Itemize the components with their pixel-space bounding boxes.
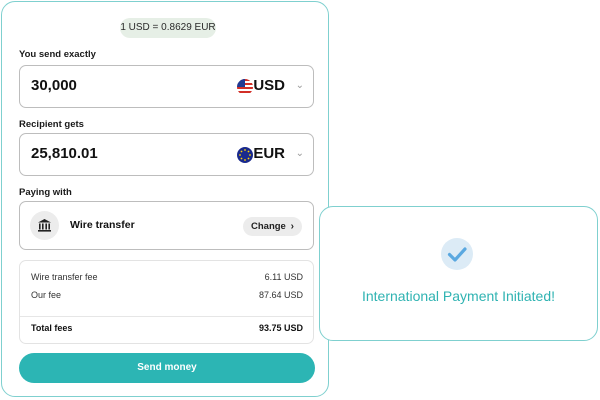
eu-flag-icon bbox=[237, 147, 253, 163]
check-circle-icon bbox=[441, 238, 473, 270]
send-money-button[interactable]: Send money bbox=[19, 353, 315, 383]
total-fees-row: Total fees 93.75 USD bbox=[31, 323, 303, 333]
send-label: You send exactly bbox=[19, 49, 96, 60]
fee-row: Our fee 87.64 USD bbox=[31, 290, 303, 300]
fee-label: Our fee bbox=[31, 290, 62, 300]
chevron-right-icon: › bbox=[290, 221, 294, 232]
receive-amount-field[interactable]: 25,810.01 EUR ⌄ bbox=[19, 133, 314, 176]
total-fees-label: Total fees bbox=[31, 323, 73, 333]
success-notification: International Payment Initiated! bbox=[319, 206, 598, 341]
fees-summary: Wire transfer fee 6.11 USD Our fee 87.64… bbox=[19, 260, 314, 344]
change-button-label: Change bbox=[251, 221, 286, 232]
send-amount-input[interactable]: 30,000 bbox=[31, 77, 77, 94]
receive-amount-input[interactable]: 25,810.01 bbox=[31, 145, 98, 162]
bank-icon bbox=[30, 211, 59, 240]
payment-method-box: Wire transfer Change › bbox=[19, 201, 314, 250]
change-payment-button[interactable]: Change › bbox=[243, 217, 302, 236]
send-amount-field[interactable]: 30,000 USD ⌄ bbox=[19, 65, 314, 108]
success-message: International Payment Initiated! bbox=[361, 288, 555, 304]
fee-row: Wire transfer fee 6.11 USD bbox=[31, 272, 303, 282]
chevron-down-icon[interactable]: ⌄ bbox=[296, 148, 304, 159]
fee-value: 87.64 USD bbox=[258, 290, 303, 300]
paying-with-label: Paying with bbox=[19, 187, 72, 198]
exchange-rate-badge: 1 USD = 0.8629 EUR bbox=[120, 18, 216, 38]
fee-value: 6.11 USD bbox=[264, 272, 303, 282]
us-flag-icon bbox=[237, 79, 253, 95]
payment-method-label: Wire transfer bbox=[70, 219, 135, 231]
receive-currency-select[interactable]: EUR bbox=[253, 145, 285, 162]
receive-label: Recipient gets bbox=[19, 119, 84, 130]
transfer-card: 1 USD = 0.8629 EUR You send exactly 30,0… bbox=[1, 1, 329, 397]
chevron-down-icon[interactable]: ⌄ bbox=[296, 80, 304, 91]
total-fees-value: 93.75 USD bbox=[258, 323, 303, 333]
fees-divider bbox=[20, 316, 313, 317]
fee-label: Wire transfer fee bbox=[31, 272, 98, 282]
send-currency-select[interactable]: USD bbox=[253, 77, 285, 94]
